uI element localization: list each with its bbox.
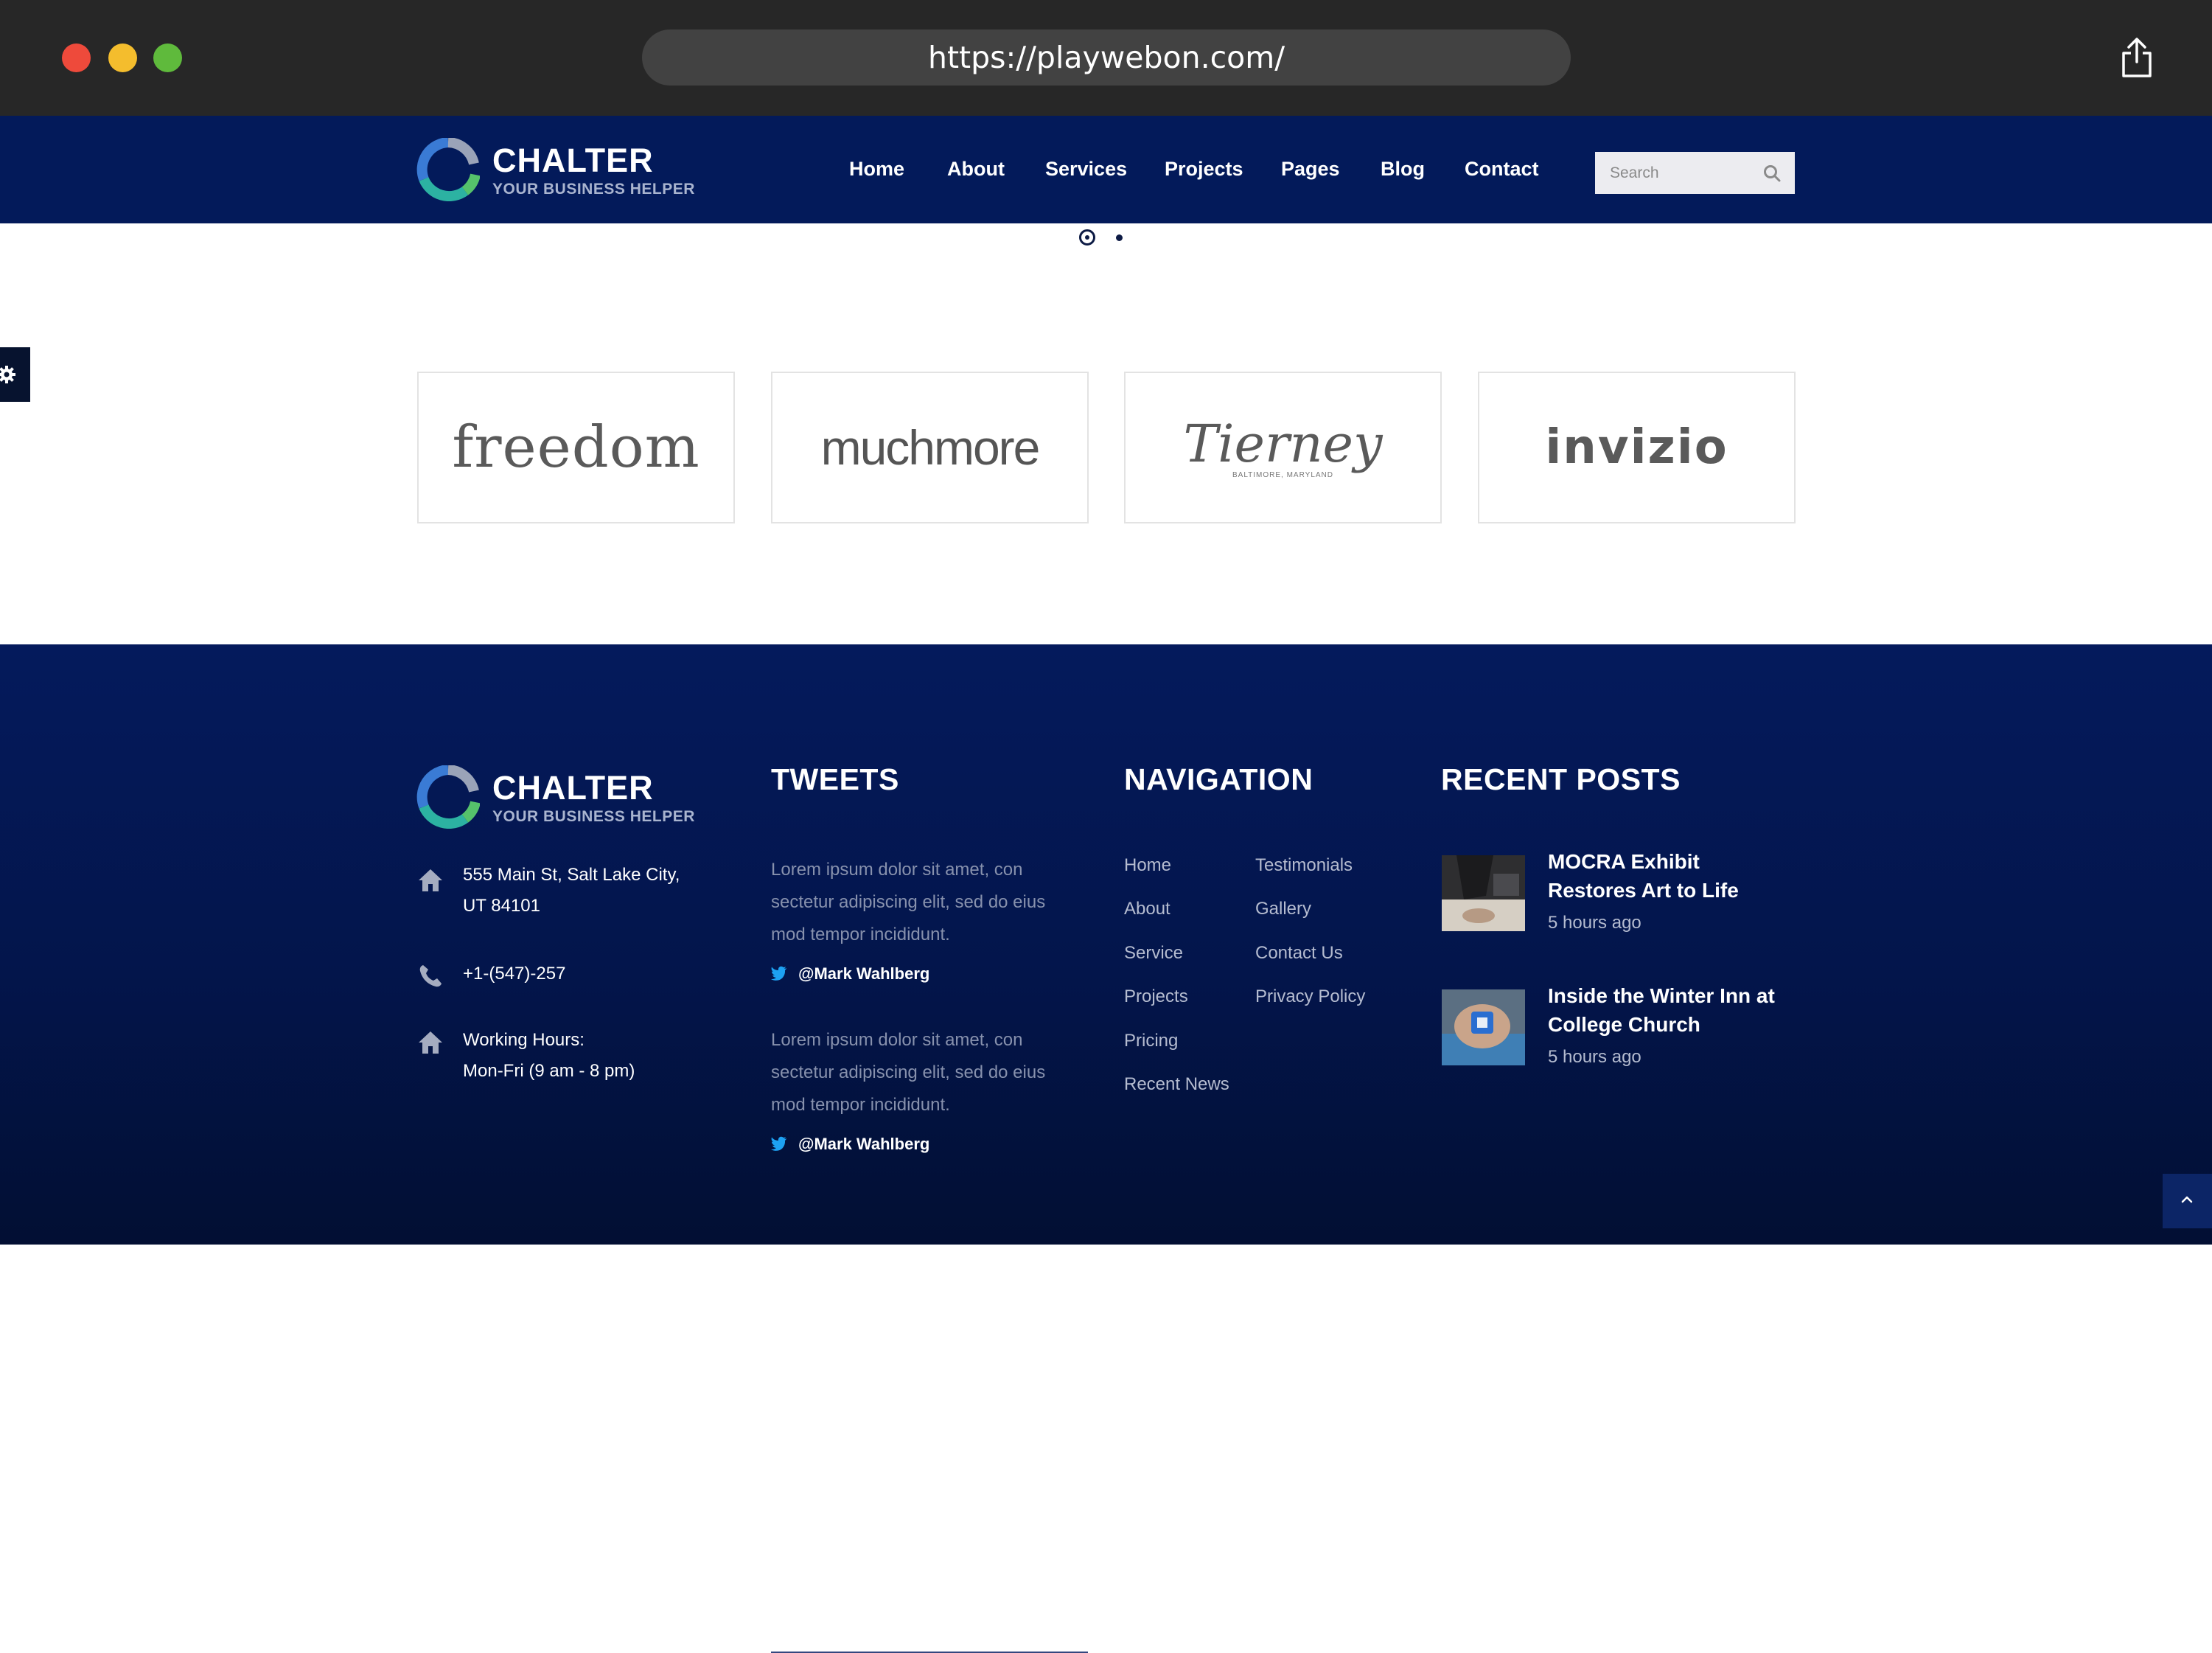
- settings-tab[interactable]: [0, 347, 30, 402]
- chalter-logo-icon[interactable]: [416, 138, 480, 201]
- working-hours-label: Working Hours:: [463, 1030, 585, 1050]
- footer-link-recent-news[interactable]: Recent News: [1124, 1074, 1229, 1095]
- tweet-text: Lorem ipsum dolor sit amet, con sectetur…: [771, 1030, 1046, 1115]
- brand-logo-freedom[interactable]: freedom: [417, 372, 735, 523]
- nav-services[interactable]: Services: [1045, 158, 1127, 181]
- recent-posts-heading: RECENT POSTS: [1441, 762, 1681, 796]
- nav-about[interactable]: About: [947, 158, 1005, 181]
- brand-name: muchmore: [820, 420, 1041, 475]
- nav-projects[interactable]: Projects: [1165, 158, 1243, 181]
- footer-link-service[interactable]: Service: [1124, 943, 1183, 964]
- back-to-top-button[interactable]: [2163, 1174, 2212, 1228]
- phone-number[interactable]: +1-(547)-257: [463, 958, 565, 989]
- nav-pages[interactable]: Pages: [1281, 158, 1340, 181]
- brand-tagline: BALTIMORE, MARYLAND: [1232, 470, 1333, 479]
- maximize-window-button[interactable]: [153, 44, 182, 72]
- footer-link-about[interactable]: About: [1124, 899, 1170, 919]
- twitter-icon: [771, 966, 786, 981]
- logo-subtitle: YOUR BUSINESS HELPER: [492, 181, 695, 198]
- brand-logo-tierney[interactable]: Tierney BALTIMORE, MARYLAND: [1124, 372, 1442, 523]
- search-icon[interactable]: [1762, 164, 1782, 183]
- close-window-button[interactable]: [62, 44, 91, 72]
- slider-dot-active[interactable]: [1079, 229, 1095, 246]
- site-footer: CHALTER YOUR BUSINESS HELPER 555 Main St…: [0, 644, 2212, 1653]
- brand-name: freedom: [452, 414, 700, 481]
- post-date: 5 hours ago: [1548, 1047, 1641, 1067]
- post-thumbnail[interactable]: [1442, 855, 1525, 931]
- nav-contact[interactable]: Contact: [1465, 158, 1539, 181]
- chalter-logo-icon[interactable]: [416, 765, 480, 829]
- share-icon[interactable]: [2120, 37, 2154, 78]
- address-line-1: 555 Main St, Salt Lake City,: [463, 865, 680, 885]
- footer-link-testimonials[interactable]: Testimonials: [1255, 855, 1353, 876]
- tweet-author-link[interactable]: @Mark Wahlberg: [798, 1135, 929, 1154]
- logo-title[interactable]: CHALTER: [492, 142, 654, 180]
- brand-logo-invizio[interactable]: invizio: [1478, 372, 1796, 523]
- gear-icon: [0, 366, 15, 383]
- tweets-heading: TWEETS: [771, 762, 899, 796]
- footer-logo-title[interactable]: CHALTER: [492, 769, 654, 807]
- footer-link-gallery[interactable]: Gallery: [1255, 899, 1311, 919]
- brand-name: invizio: [1545, 420, 1728, 475]
- post-title-link[interactable]: Inside the Winter Inn at College Church: [1548, 981, 1791, 1039]
- post-title-link[interactable]: MOCRA Exhibit Restores Art to Life: [1548, 847, 1791, 905]
- twitter-icon: [771, 1136, 786, 1151]
- footer-logo-subtitle: YOUR BUSINESS HELPER: [492, 808, 695, 825]
- footer-link-contact-us[interactable]: Contact Us: [1255, 943, 1343, 964]
- post-thumbnail[interactable]: [1442, 989, 1525, 1065]
- address-line-2: UT 84101: [463, 896, 540, 916]
- phone-icon: [419, 965, 442, 987]
- home-icon: [419, 1031, 442, 1054]
- nav-home[interactable]: Home: [849, 158, 904, 181]
- working-hours-value: Mon-Fri (9 am - 8 pm): [463, 1061, 635, 1081]
- minimize-window-button[interactable]: [108, 44, 137, 72]
- footer-link-pricing[interactable]: Pricing: [1124, 1031, 1178, 1051]
- tweet-author-link[interactable]: @Mark Wahlberg: [798, 964, 929, 984]
- brand-name: Tierney: [1183, 413, 1383, 474]
- address-bar[interactable]: https://playwebon.com/: [642, 29, 1571, 86]
- post-date: 5 hours ago: [1548, 913, 1641, 933]
- navigation-heading: NAVIGATION: [1124, 762, 1313, 796]
- footer-link-projects[interactable]: Projects: [1124, 986, 1188, 1007]
- tweet-text: Lorem ipsum dolor sit amet, con sectetur…: [771, 860, 1046, 944]
- site-header: CHALTER YOUR BUSINESS HELPER Home About …: [0, 116, 2212, 223]
- home-icon: [419, 869, 442, 891]
- brand-logo-muchmore[interactable]: muchmore: [771, 372, 1089, 523]
- footer-link-home[interactable]: Home: [1124, 855, 1171, 876]
- browser-chrome: https://playwebon.com/: [0, 0, 2212, 116]
- footer-link-privacy-policy[interactable]: Privacy Policy: [1255, 986, 1365, 1007]
- chevron-up-icon: [2181, 1196, 2193, 1203]
- slider-dot[interactable]: [1116, 234, 1123, 241]
- nav-blog[interactable]: Blog: [1381, 158, 1425, 181]
